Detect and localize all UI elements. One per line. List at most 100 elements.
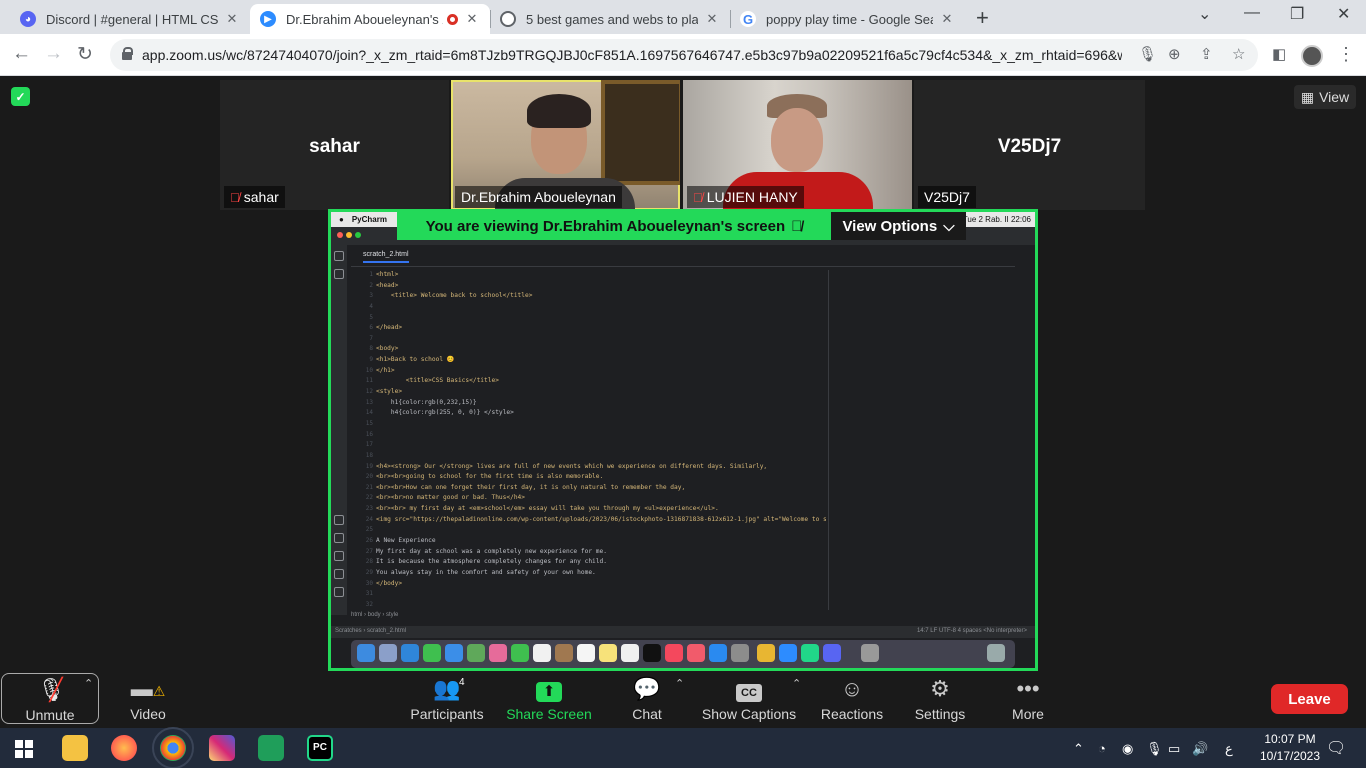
run-icon[interactable] — [334, 551, 344, 561]
chevron-up-icon[interactable]: ⌃ — [1073, 741, 1084, 757]
participant-tile-ebrahim[interactable]: Dr.Ebrahim Aboueleynan — [451, 80, 680, 210]
minimize-button[interactable]: — — [1244, 4, 1260, 22]
safari-icon[interactable] — [401, 644, 419, 662]
participant-tile-sahar[interactable]: sahar 🎙̸ sahar — [220, 80, 449, 210]
facetime-icon[interactable] — [511, 644, 529, 662]
ide-status-bar: Scratches › scratch_2.html 14:7 LF UTF-8… — [331, 626, 1035, 638]
microphone-icon[interactable]: 🎙 — [1146, 741, 1163, 757]
show-captions-label: Show Captions — [701, 706, 797, 722]
security-shield-icon[interactable]: ✓ — [11, 87, 30, 106]
line-number: 6 — [369, 324, 373, 332]
instagram-icon[interactable] — [209, 735, 235, 761]
network-icon[interactable]: ◔ — [1098, 741, 1106, 756]
more-button[interactable]: ••• More — [1004, 677, 1052, 723]
chat-app-icon[interactable] — [258, 735, 284, 761]
trash-icon[interactable] — [987, 644, 1005, 662]
address-bar[interactable]: app.zoom.us/wc/87247404070/join?_x_zm_rt… — [110, 39, 1258, 71]
editor-tab-scratch[interactable]: scratch_2.html — [363, 251, 409, 263]
zoom-lens-icon[interactable]: ⊕ — [1168, 45, 1181, 63]
view-button[interactable]: ▦ View — [1294, 85, 1356, 109]
captions-options-caret[interactable]: ⌃ — [792, 677, 801, 690]
participants-button[interactable]: 👥 Participants — [405, 677, 489, 723]
leave-button[interactable]: Leave — [1271, 684, 1348, 714]
app-store-icon[interactable] — [709, 644, 727, 662]
video-button[interactable]: ▬⚠ Video — [118, 677, 178, 723]
close-icon[interactable]: ✕ — [939, 11, 955, 27]
apple-tv-icon[interactable] — [643, 644, 661, 662]
new-tab-button[interactable]: + — [976, 5, 989, 31]
system-settings-icon[interactable] — [731, 644, 749, 662]
notifications-icon[interactable]: 🗨 — [1326, 738, 1346, 758]
news-icon[interactable] — [687, 644, 705, 662]
structure-icon[interactable] — [334, 269, 344, 279]
maps-icon[interactable] — [467, 644, 485, 662]
forward-arrow-icon[interactable]: → — [44, 43, 63, 65]
chat-options-caret[interactable]: ⌃ — [675, 677, 684, 690]
code-editor[interactable]: <html> <head> <title> Welcome back to sch… — [376, 270, 826, 610]
problems-icon[interactable] — [334, 587, 344, 597]
calendar-icon[interactable] — [533, 644, 551, 662]
project-icon[interactable] — [334, 251, 344, 261]
contacts-icon[interactable] — [555, 644, 573, 662]
discord-icon[interactable] — [823, 644, 841, 662]
profile-avatar[interactable] — [1301, 45, 1323, 67]
side-panel-icon[interactable]: ◧ — [1272, 45, 1286, 63]
reminders-icon[interactable] — [577, 644, 595, 662]
music-icon[interactable] — [665, 644, 683, 662]
participant-tile-v25dj7[interactable]: V25Dj7 V25Dj7 — [914, 80, 1145, 210]
tab-search-icon[interactable]: ⌄ — [1198, 4, 1211, 24]
code-line: <h1>Back to school 😊 — [376, 356, 455, 364]
photos-icon[interactable] — [489, 644, 507, 662]
settings-button[interactable]: ⚙ Settings — [910, 677, 970, 723]
line-number: 15 — [365, 419, 373, 427]
view-options-button[interactable]: View Options ⌵ — [831, 212, 966, 240]
taskbar-clock[interactable]: 10:07 PM 10/17/2023 — [1250, 731, 1330, 765]
chrome-icon[interactable] — [152, 727, 194, 768]
volume-icon[interactable]: 🔊 — [1192, 741, 1208, 757]
tab-zoom-meeting[interactable]: ▶ Dr.Ebrahim Aboueleynan's Z ✕ — [250, 4, 490, 34]
bookmark-star-icon[interactable]: ☆ — [1232, 45, 1245, 63]
battery-icon[interactable]: ▭ — [1168, 741, 1180, 757]
document-icon[interactable] — [861, 644, 879, 662]
reactions-button[interactable]: ☺ Reactions — [818, 677, 886, 723]
mail-icon[interactable] — [445, 644, 463, 662]
python-packages-icon[interactable] — [334, 515, 344, 525]
menu-kebab-icon[interactable]: ⋮ — [1337, 44, 1355, 65]
freeform-icon[interactable] — [621, 644, 639, 662]
terminal-icon[interactable] — [334, 569, 344, 579]
close-icon[interactable]: ✕ — [704, 11, 720, 27]
close-icon[interactable]: ✕ — [464, 11, 480, 27]
line-number: 27 — [365, 547, 373, 555]
participant-tile-lujien[interactable]: 🎙̸ LUJIEN HANY — [683, 80, 912, 210]
windows-start-icon[interactable] — [15, 740, 33, 758]
close-window-button[interactable]: ✕ — [1337, 4, 1350, 24]
reload-icon[interactable]: ↻ — [77, 43, 93, 66]
notes-icon[interactable] — [599, 644, 617, 662]
shared-screen[interactable]: ● PyCharm Tue 2 Rab. II 22:06 You are vi… — [328, 209, 1038, 671]
pycharm-icon[interactable]: PC — [307, 735, 333, 761]
share-screen-button[interactable]: ⬆ Share Screen — [505, 677, 593, 722]
language-indicator[interactable]: ع — [1225, 741, 1233, 757]
messages-icon[interactable] — [423, 644, 441, 662]
layers-icon[interactable] — [334, 533, 344, 543]
microphone-icon[interactable]: 🎙 — [1138, 45, 1157, 63]
firefox-icon[interactable] — [111, 735, 137, 761]
file-explorer-icon[interactable] — [62, 735, 88, 761]
share-icon[interactable]: ⇪ — [1200, 45, 1213, 63]
maximize-button[interactable]: ❐ — [1290, 4, 1304, 24]
back-arrow-icon[interactable]: ← — [12, 43, 31, 65]
tab-discord[interactable]: ◕ Discord | #general | HTML CSS P ✕ — [10, 4, 250, 34]
finder-icon[interactable] — [357, 644, 375, 662]
chat-bubble-icon: 💬 — [633, 676, 661, 701]
audio-options-caret[interactable]: ⌃ — [84, 677, 93, 690]
launchpad-icon[interactable] — [379, 644, 397, 662]
chrome-icon[interactable] — [757, 644, 775, 662]
tab-google-search[interactable]: G poppy play time - Google Searc ✕ — [730, 4, 965, 34]
webcam-icon[interactable]: ◉ — [1122, 741, 1133, 757]
pycharm-icon[interactable] — [801, 644, 819, 662]
show-captions-button[interactable]: CC Show Captions — [700, 677, 798, 722]
close-icon[interactable]: ✕ — [224, 11, 240, 27]
chat-button[interactable]: 💬 Chat — [620, 676, 674, 723]
zoom-icon[interactable] — [779, 644, 797, 662]
tab-games[interactable]: 5 best games and webs to play g ✕ — [490, 4, 730, 34]
